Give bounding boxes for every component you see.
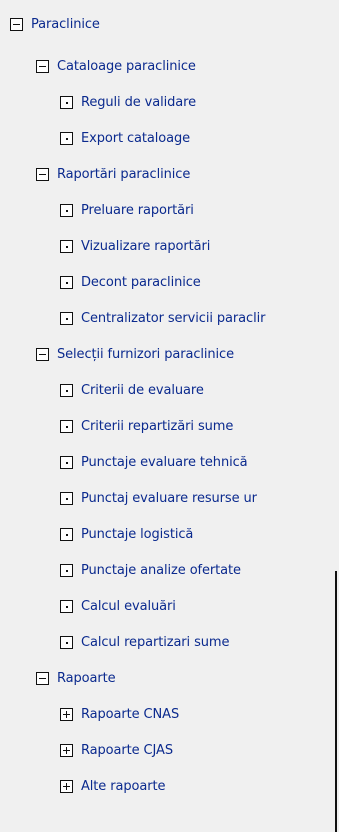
tree-node-label: Raportări paraclinice [57, 166, 191, 182]
tree-node-label: Paraclinice [31, 16, 100, 32]
expand-plus-icon[interactable] [60, 743, 73, 757]
leaf-dot-icon [60, 95, 73, 109]
tree-node-label: Centralizator servicii paraclir [81, 310, 266, 326]
leaf-dot-icon [60, 635, 73, 649]
leaf-dot-icon [60, 491, 73, 505]
tree-node-rapoarte-cjas[interactable]: Rapoarte CJAS [60, 740, 173, 760]
leaf-dot-icon [60, 275, 73, 289]
tree-node-label: Punctaje logistică [81, 526, 194, 542]
leaf-dot-icon [60, 311, 73, 325]
leaf-dot-icon [60, 383, 73, 397]
tree-node-label: Punctaj evaluare resurse ur [81, 490, 257, 506]
tree-node-raportari-paraclinice[interactable]: Raportări paraclinice [36, 164, 190, 184]
tree-node-selectii-furnizori[interactable]: Selecții furnizori paraclinice [36, 344, 234, 364]
tree-leaf-calcul-evaluari[interactable]: Calcul evaluări [60, 596, 176, 616]
leaf-dot-icon [60, 419, 73, 433]
leaf-dot-icon [60, 455, 73, 469]
tree-node-label: Criterii repartizări sume [81, 418, 234, 434]
tree-node-label: Vizualizare raportări [81, 238, 211, 254]
leaf-dot-icon [60, 527, 73, 541]
tree-node-label: Rapoarte CJAS [81, 742, 173, 758]
tree-node-label: Alte rapoarte [81, 778, 166, 794]
tree-node-label: Punctaje analize ofertate [81, 562, 241, 578]
tree-leaf-punctaje-evaluare-tehnica[interactable]: Punctaje evaluare tehnică [60, 452, 248, 472]
tree-node-rapoarte[interactable]: Rapoarte [36, 668, 116, 688]
tree-node-label: Calcul evaluări [81, 598, 176, 614]
tree-leaf-centralizator-servicii[interactable]: Centralizator servicii paraclir [60, 308, 265, 328]
leaf-dot-icon [60, 599, 73, 613]
leaf-dot-icon [60, 563, 73, 577]
tree-node-label: Reguli de validare [81, 94, 197, 110]
collapse-minus-icon[interactable] [36, 59, 49, 73]
tree-node-alte-rapoarte[interactable]: Alte rapoarte [60, 776, 165, 796]
tree-leaf-export-cataloage[interactable]: Export cataloage [60, 128, 190, 148]
tree-leaf-criterii-de-evaluare[interactable]: Criterii de evaluare [60, 380, 204, 400]
tree-node-label: Decont paraclinice [81, 274, 201, 290]
tree-leaf-reguli-de-validare[interactable]: Reguli de validare [60, 92, 196, 112]
tree-node-label: Punctaje evaluare tehnică [81, 454, 248, 470]
leaf-dot-icon [60, 203, 73, 217]
collapse-minus-icon[interactable] [36, 167, 49, 181]
tree-node-rapoarte-cnas[interactable]: Rapoarte CNAS [60, 704, 179, 724]
tree-node-label: Cataloage paraclinice [57, 58, 196, 74]
expand-plus-icon[interactable] [60, 707, 73, 721]
tree-node-label: Preluare raportări [81, 202, 194, 218]
expand-plus-icon[interactable] [60, 779, 73, 793]
paraclinice-tree: Paraclinice Cataloage paraclinice Reguli… [0, 0, 339, 832]
tree-node-label: Calcul repartizari sume [81, 634, 230, 650]
tree-leaf-vizualizare-raportari[interactable]: Vizualizare raportări [60, 236, 210, 256]
tree-node-label: Rapoarte [57, 670, 116, 686]
tree-node-label: Rapoarte CNAS [81, 706, 180, 722]
tree-leaf-punctaje-analize-ofertate[interactable]: Punctaje analize ofertate [60, 560, 241, 580]
scrollbar-edge[interactable] [335, 571, 337, 832]
tree-leaf-preluare-raportari[interactable]: Preluare raportări [60, 200, 194, 220]
tree-node-paraclinice[interactable]: Paraclinice [10, 14, 100, 34]
tree-node-label: Selecții furnizori paraclinice [57, 346, 235, 362]
tree-node-label: Export cataloage [81, 130, 191, 146]
tree-leaf-decont-paraclinice[interactable]: Decont paraclinice [60, 272, 201, 292]
tree-node-label: Criterii de evaluare [81, 382, 204, 398]
collapse-minus-icon[interactable] [36, 671, 49, 685]
tree-leaf-calcul-repartizari-sume[interactable]: Calcul repartizari sume [60, 632, 229, 652]
tree-leaf-criterii-repartizari-sume[interactable]: Criterii repartizări sume [60, 416, 233, 436]
tree-node-cataloage-paraclinice[interactable]: Cataloage paraclinice [36, 56, 196, 76]
collapse-minus-icon[interactable] [10, 17, 23, 31]
leaf-dot-icon [60, 239, 73, 253]
collapse-minus-icon[interactable] [36, 347, 49, 361]
tree-leaf-punctaj-evaluare-resurse[interactable]: Punctaj evaluare resurse ur [60, 488, 257, 508]
tree-leaf-punctaje-logistica[interactable]: Punctaje logistică [60, 524, 193, 544]
leaf-dot-icon [60, 131, 73, 145]
